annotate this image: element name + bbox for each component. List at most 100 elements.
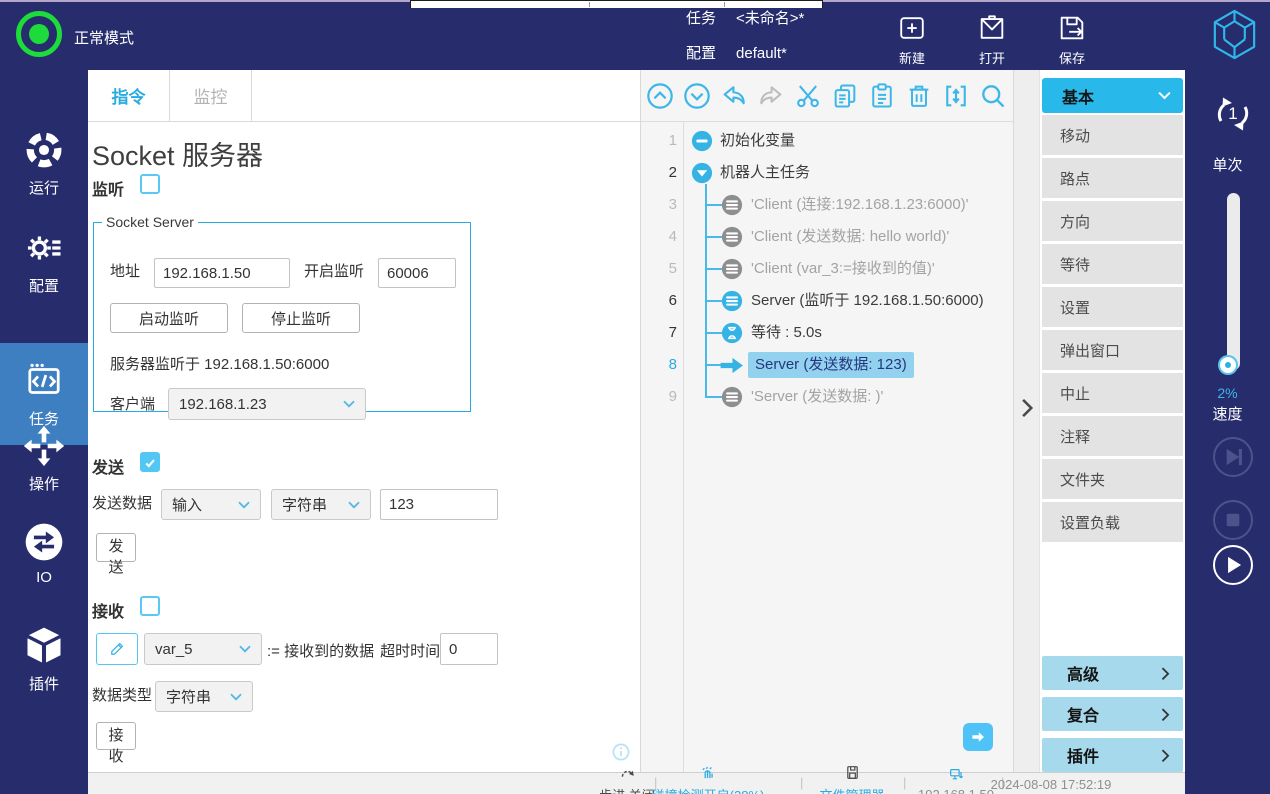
new-button[interactable]: 新建 xyxy=(888,13,936,67)
page-title: Socket 服务器 xyxy=(92,134,263,173)
send-payload-input[interactable] xyxy=(380,489,498,520)
receive-variable-select[interactable]: var_5 xyxy=(144,633,262,665)
send-type-select[interactable]: 字符串 xyxy=(271,489,371,520)
delete-button[interactable] xyxy=(905,82,933,110)
file-manager-button[interactable]: 文件管理器 xyxy=(808,773,896,794)
stop-button[interactable] xyxy=(1213,500,1253,540)
brand-logo-icon xyxy=(1207,7,1262,62)
tree-row-2[interactable]: 2机器人主任务 xyxy=(641,157,1013,189)
save-icon xyxy=(1057,13,1087,43)
category-group-2[interactable]: 复合 xyxy=(1042,697,1183,731)
category-item-9[interactable]: 文件夹 xyxy=(1042,459,1183,499)
timeout-label: 超时时间 xyxy=(380,640,440,661)
stop-listen-button[interactable]: 停止监听 xyxy=(242,303,360,333)
node-arrow-icon xyxy=(719,356,745,375)
scroll-to-active-button[interactable] xyxy=(963,723,993,751)
sidebar-item-label: 操作 xyxy=(29,473,59,494)
edit-variable-button[interactable] xyxy=(96,633,138,665)
tree-row-text: 'Client (var_3:=接收到的值)' xyxy=(751,253,935,285)
send-checkbox[interactable] xyxy=(140,452,160,472)
client-select[interactable]: 192.168.1.23 xyxy=(168,388,366,420)
listen-checkbox[interactable] xyxy=(140,174,160,194)
redo-button[interactable] xyxy=(757,82,785,110)
send-button[interactable]: 发送 xyxy=(96,533,136,562)
step-forward-button[interactable] xyxy=(1213,437,1253,477)
instruction-panel: 指令监控 Socket 服务器 监听 Socket Server 地址 开启监听… xyxy=(88,70,641,772)
play-button[interactable] xyxy=(1213,545,1253,585)
collapse-button[interactable] xyxy=(646,82,674,110)
send-source-select[interactable]: 输入 xyxy=(161,489,261,520)
panel-expand-strip xyxy=(1014,70,1040,772)
single-run-icon[interactable]: 1 xyxy=(1211,92,1255,136)
tree-row-text: 'Client (发送数据: hello world)' xyxy=(751,221,949,253)
task-name: <未命名>* xyxy=(736,10,804,27)
open-button[interactable]: 打开 xyxy=(968,13,1016,67)
sidebar-item-run[interactable]: 运行 xyxy=(0,152,88,174)
mode-indicator-icon[interactable] xyxy=(16,11,62,57)
receive-label: 接收 xyxy=(92,598,124,622)
collision-icon xyxy=(701,765,716,780)
speed-slider-thumb[interactable] xyxy=(1220,357,1236,373)
category-group-3[interactable]: 插件 xyxy=(1042,738,1183,772)
category-item-3[interactable]: 方向 xyxy=(1042,201,1183,241)
category-item-5[interactable]: 设置 xyxy=(1042,287,1183,327)
sidebar-item-label: 配置 xyxy=(29,275,59,296)
chevron-down-icon xyxy=(348,501,360,509)
sidebar-item-config[interactable]: 配置 xyxy=(0,250,88,272)
search-button[interactable] xyxy=(979,82,1007,110)
step-status-text: 步进 关闭 xyxy=(599,785,655,794)
assign-text-row: := 接收到的数据 超时时间 xyxy=(267,640,440,661)
sidebar-item-operate[interactable]: 操作 xyxy=(0,448,88,470)
speed-label: 速度 xyxy=(1185,403,1270,424)
node-collapse-icon xyxy=(691,162,713,184)
clock-status: 2024-08-08 17:52:19 xyxy=(1007,773,1095,794)
category-group-label: 复合 xyxy=(1067,702,1099,726)
collision-status[interactable]: 碰撞检测开启(28%) xyxy=(664,773,752,794)
sidebar-item-io[interactable]: IO xyxy=(0,542,88,564)
category-item-4[interactable]: 等待 xyxy=(1042,244,1183,284)
category-item-7[interactable]: 中止 xyxy=(1042,373,1183,413)
tab-monitor[interactable]: 监控 xyxy=(170,70,252,121)
sidebar-item-plugin[interactable]: 插件 xyxy=(0,648,88,670)
address-input[interactable] xyxy=(154,258,290,288)
start-listen-button[interactable]: 启动监听 xyxy=(110,303,228,333)
timeout-input[interactable] xyxy=(440,633,498,665)
receive-button[interactable]: 接收 xyxy=(96,722,136,750)
category-item-6[interactable]: 弹出窗口 xyxy=(1042,330,1183,370)
tab-instruction[interactable]: 指令 xyxy=(88,70,170,121)
category-basic-header[interactable]: 基本 xyxy=(1042,78,1183,113)
socket-server-group: Socket Server 地址 开启监听 启动监听 停止监听 服务器监听于 1… xyxy=(93,214,471,412)
tree-row-8[interactable]: 8Server (发送数据: 123) xyxy=(641,349,1013,381)
chevron-down-icon xyxy=(230,693,242,701)
save-label: 保存 xyxy=(1059,48,1085,67)
plugin-icon xyxy=(22,624,66,668)
cut-button[interactable] xyxy=(794,82,822,110)
undo-button[interactable] xyxy=(720,82,748,110)
copy-button[interactable] xyxy=(831,82,859,110)
paste-button[interactable] xyxy=(868,82,896,110)
save-button[interactable]: 保存 xyxy=(1048,13,1096,67)
tree-row-4[interactable]: 4'Client (发送数据: hello world)' xyxy=(641,221,1013,253)
expand-button[interactable] xyxy=(683,82,711,110)
tree-row-3[interactable]: 3'Client (连接:192.168.1.23:6000)' xyxy=(641,189,1013,221)
program-tree: 1初始化变量2机器人主任务3'Client (连接:192.168.1.23:6… xyxy=(641,122,1013,772)
category-item-1[interactable]: 移动 xyxy=(1042,115,1183,155)
category-item-10[interactable]: 设置负载 xyxy=(1042,502,1183,542)
speed-slider-track[interactable] xyxy=(1227,193,1240,370)
expand-panel-chevron-icon[interactable] xyxy=(1021,398,1034,418)
insert-button[interactable] xyxy=(942,82,970,110)
tree-row-6[interactable]: 6Server (监听于 192.168.1.50:6000) xyxy=(641,285,1013,317)
tree-toolbar xyxy=(641,70,1013,122)
info-icon[interactable] xyxy=(612,743,630,761)
receive-checkbox[interactable] xyxy=(140,596,160,616)
tree-row-5[interactable]: 5'Client (var_3:=接收到的值)' xyxy=(641,253,1013,285)
tree-row-9[interactable]: 9'Server (发送数据: )' xyxy=(641,381,1013,413)
datatype-select[interactable]: 字符串 xyxy=(155,681,253,712)
run-control-panel: 1 单次 2% 速度 xyxy=(1185,70,1270,794)
category-group-1[interactable]: 高级 xyxy=(1042,656,1183,690)
tree-row-7[interactable]: 7等待 : 5.0s xyxy=(641,317,1013,349)
tree-row-1[interactable]: 1初始化变量 xyxy=(641,125,1013,157)
category-item-2[interactable]: 路点 xyxy=(1042,158,1183,198)
port-input[interactable] xyxy=(378,258,456,288)
category-item-8[interactable]: 注释 xyxy=(1042,416,1183,456)
